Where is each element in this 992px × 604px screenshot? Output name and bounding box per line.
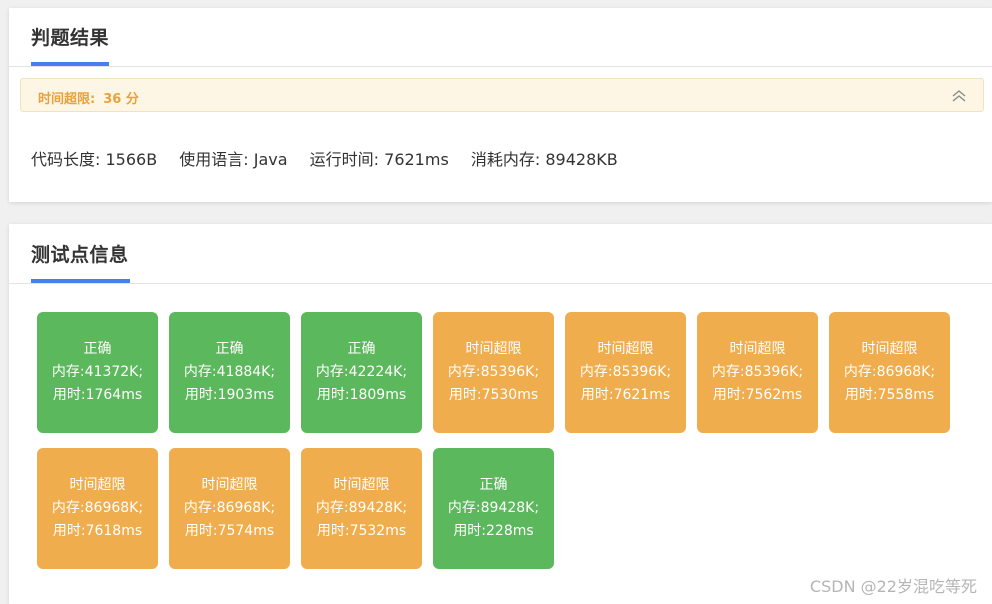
chevron-up-double-icon[interactable] [951, 89, 967, 103]
test-point-box: 时间超限内存:89428K; 用时:7532ms [301, 448, 422, 569]
test-point-box: 时间超限内存:85396K; 用时:7562ms [697, 312, 818, 433]
test-status: 时间超限 [465, 341, 522, 357]
test-point-box: 正确内存:41884K; 用时:1903ms [169, 312, 290, 433]
test-points-card: 测试点信息 正确 内存:41372K; 用时:1764ms 正确 内存:41884K; 用… [9, 224, 992, 604]
test-time: 用时:1809ms [316, 387, 407, 403]
test-status: 正确 [215, 341, 244, 357]
judge-result-header: 判题结果 [9, 8, 992, 67]
test-memory: 内存:41372K; [51, 364, 144, 380]
test-point-box: 时间超限内存:85396K; 用时:7621ms [565, 312, 686, 433]
test-status: 时间超限 [201, 477, 258, 493]
title-underline [31, 62, 109, 66]
test-memory: 内存:86968K; [843, 364, 936, 380]
test-memory: 内存:89428K; [315, 500, 408, 516]
test-status: 时间超限 [729, 341, 786, 357]
language-stat: 使用语言: Java [179, 150, 288, 169]
status-text: 时间超限: 36 分 [38, 88, 139, 107]
test-point-box: 正确内存:41372K; 用时:1764ms [37, 312, 158, 433]
test-status: 时间超限 [69, 477, 126, 493]
status-score: 36 分 [103, 92, 139, 107]
test-time: 用时:7558ms [844, 387, 935, 403]
test-time: 用时:7532ms [316, 523, 407, 539]
test-status: 正确 [347, 341, 376, 357]
test-memory: 内存:85396K; [579, 364, 672, 380]
submission-stats: 代码长度: 1566B 使用语言: Java 运行时间: 7621ms 消耗内存… [31, 146, 635, 170]
test-status: 时间超限 [861, 341, 918, 357]
test-status: 时间超限 [333, 477, 390, 493]
test-memory: 内存:86968K; [183, 500, 276, 516]
test-time: 用时:7530ms [448, 387, 539, 403]
test-point-box: 正确内存:42224K; 用时:1809ms [301, 312, 422, 433]
code-length-stat: 代码长度: 1566B [31, 150, 158, 169]
test-time: 用时:1903ms [184, 387, 275, 403]
test-status: 正确 [83, 341, 112, 357]
test-memory: 内存:85396K; [447, 364, 540, 380]
test-status: 正确 [479, 477, 508, 493]
test-memory: 内存:86968K; [51, 500, 144, 516]
test-time: 用时:7618ms [52, 523, 143, 539]
test-memory: 内存:41884K; [183, 364, 276, 380]
test-points-grid: 正确 内存:41372K; 用时:1764ms 正确 内存:41884K; 用时:1903… [9, 224, 992, 604]
status-collapse-bar[interactable]: 时间超限: 36 分 [20, 78, 984, 112]
judge-result-card: 判题结果 时间超限: 36 分 代码长度: 1566B 使用语言: Java 运行… [9, 8, 992, 202]
test-status: 时间超限 [597, 341, 654, 357]
test-point-box: 时间超限内存:86968K; 用时:7558ms [829, 312, 950, 433]
judge-result-title: 判题结果 [31, 27, 110, 49]
test-time: 用时:7621ms [580, 387, 671, 403]
test-time: 用时:228ms [453, 523, 534, 539]
test-time: 用时:7562ms [712, 387, 803, 403]
test-time: 用时:1764ms [52, 387, 143, 403]
test-memory: 内存:42224K; [315, 364, 408, 380]
test-point-box: 时间超限内存:86968K; 用时:7618ms [37, 448, 158, 569]
test-memory: 内存:89428K; [447, 500, 540, 516]
test-memory: 内存:85396K; [711, 364, 804, 380]
memory-stat: 消耗内存: 89428KB [470, 150, 618, 169]
test-point-box: 正确内存:89428K; 用时:228ms [433, 448, 554, 569]
test-time: 用时:7574ms [184, 523, 275, 539]
run-time-stat: 运行时间: 7621ms [309, 150, 449, 169]
watermark: CSDN @22岁混吃等死 [809, 577, 977, 596]
test-point-box: 时间超限内存:85396K; 用时:7530ms [433, 312, 554, 433]
status-label: 时间超限: [38, 92, 96, 107]
test-point-box: 时间超限内存:86968K; 用时:7574ms [169, 448, 290, 569]
